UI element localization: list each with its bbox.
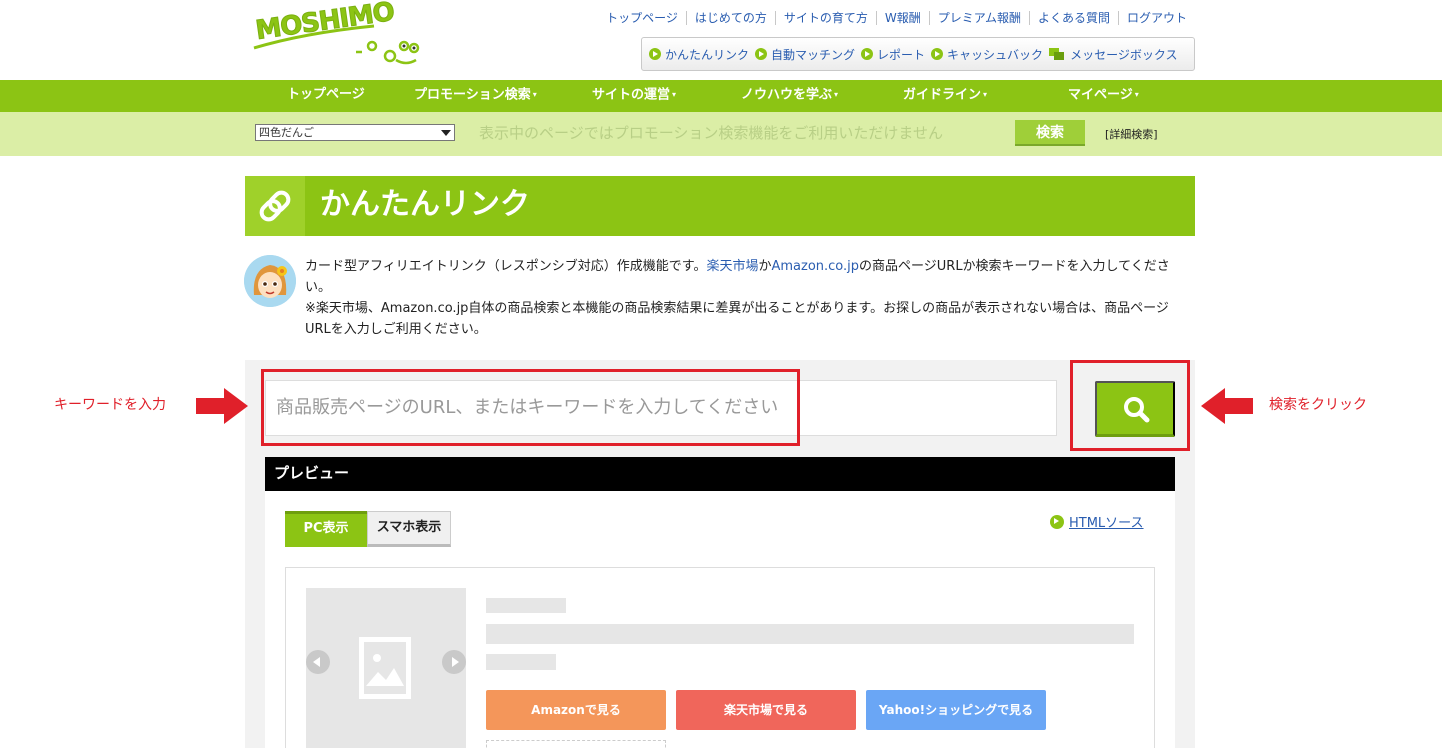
tab-pc-view[interactable]: PC表示 — [285, 511, 367, 547]
chevron-down-icon: ▾ — [834, 90, 839, 99]
quick-link-message-box[interactable]: メッセージボックス — [1049, 46, 1177, 63]
tab-smartphone-view[interactable]: スマホ表示 — [367, 511, 451, 547]
quick-link-label: メッセージボックス — [1070, 47, 1178, 62]
intro-text-1: カード型アフィリエイトリンク（レスポンシブ対応）作成機能です。 — [305, 259, 707, 274]
page-title-bar: かんたんリンク — [245, 176, 1195, 236]
top-link-site-growth[interactable]: サイトの育て方 — [774, 11, 876, 25]
top-link-faq[interactable]: よくある質問 — [1028, 11, 1118, 25]
rakuten-link[interactable]: 楽天市場 — [706, 259, 758, 274]
nav-item-label: サイトの運営 — [592, 87, 671, 103]
chevron-down-icon: ▾ — [672, 90, 677, 99]
nav-item-label: ガイドライン — [903, 87, 982, 103]
carousel-next-icon[interactable] — [442, 650, 466, 674]
chevron-down-icon: ▾ — [532, 90, 537, 99]
image-placeholder-icon — [359, 637, 411, 699]
play-icon — [755, 48, 768, 60]
quick-link-cashback[interactable]: キャッシュバック — [931, 46, 1043, 63]
top-link-toppage[interactable]: トップページ — [598, 11, 686, 25]
message-icon — [1049, 47, 1065, 61]
page-title: かんたんリンク — [320, 187, 530, 222]
nav-item-label: ノウハウを学ぶ — [741, 87, 833, 103]
play-icon — [861, 48, 874, 60]
promotion-search-button[interactable]: 検索 — [1015, 120, 1085, 146]
chevron-down-icon: ▾ — [983, 90, 988, 99]
arrow-left-icon — [1201, 388, 1253, 424]
intro-note: ※楽天市場、Amazon.co.jp自体の商品検索と本機能の商品検索結果に差異が… — [305, 301, 1169, 337]
play-icon — [931, 48, 944, 60]
html-source-label: HTMLソース — [1069, 516, 1144, 531]
annotation-click-search: 検索をクリック — [1269, 397, 1367, 413]
price-skeleton — [486, 654, 556, 670]
intro-text: カード型アフィリエイトリンク（レスポンシブ対応）作成機能です。楽天市場かAmaz… — [305, 256, 1191, 340]
dashed-placeholder — [486, 740, 666, 748]
top-link-beginners[interactable]: はじめての方 — [685, 11, 775, 25]
html-source-link[interactable]: HTMLソース — [1050, 512, 1144, 531]
search-unavailable-message: 表示中のページではプロモーション検索機能をご利用いただけません — [479, 124, 943, 142]
play-icon — [649, 48, 661, 60]
keyword-highlight-box — [261, 369, 800, 446]
nav-item-label: マイページ — [1068, 87, 1133, 103]
nav-item-toppage[interactable]: トップページ — [287, 80, 365, 112]
chevron-down-icon — [441, 130, 451, 136]
nav-item-mypage[interactable]: マイページ ▾ — [1068, 80, 1139, 112]
nav-item-guideline[interactable]: ガイドライン ▾ — [903, 80, 987, 112]
intro-text-ka: か — [758, 259, 772, 274]
quick-link-label: 自動マッチング — [771, 47, 856, 62]
top-links: トップページ はじめての方 サイトの育て方 W報酬 プレミアム報酬 よくある質問… — [598, 11, 1195, 25]
name-skeleton — [486, 624, 1134, 644]
yahoo-shopping-button[interactable]: Yahoo!ショッピングで見る — [866, 690, 1046, 730]
search-button-highlight-box — [1070, 360, 1190, 451]
nav-item-label: トップページ — [287, 87, 365, 102]
advanced-search-link[interactable]: [詳細検索] — [1105, 126, 1158, 142]
top-link-premium-reward[interactable]: プレミアム報酬 — [928, 11, 1029, 25]
site-select-value: 四色だんご — [259, 126, 314, 139]
annotation-enter-keyword: キーワードを入力 — [54, 397, 166, 413]
title-skeleton — [486, 598, 566, 613]
quick-link-report[interactable]: レポート — [861, 46, 925, 63]
quick-link-label: かんたんリンク — [665, 47, 750, 62]
chevron-down-icon: ▾ — [1134, 90, 1139, 99]
amazon-button[interactable]: Amazonで見る — [486, 690, 666, 730]
nav-item-promotion-search[interactable]: プロモーション検索 ▾ — [414, 80, 537, 112]
promotion-search-strip: 四色だんご 表示中のページではプロモーション検索機能をご利用いただけません 検索… — [0, 112, 1442, 156]
quick-link-label: キャッシュバック — [947, 47, 1044, 62]
preview-heading: プレビュー — [265, 457, 1175, 491]
link-icon — [245, 176, 305, 236]
quick-link-auto-matching[interactable]: 自動マッチング — [755, 46, 855, 63]
top-link-w-reward[interactable]: W報酬 — [875, 11, 929, 25]
mascot-avatar — [244, 255, 296, 307]
quick-link-easy-link[interactable]: かんたんリンク — [649, 46, 749, 63]
moshimo-logo[interactable]: MOSHIMO — [244, 0, 424, 70]
site-select[interactable]: 四色だんご — [255, 124, 455, 141]
top-link-logout[interactable]: ログアウト — [1117, 11, 1195, 25]
product-image-placeholder — [306, 588, 466, 748]
amazon-link[interactable]: Amazon.co.jp — [771, 259, 859, 274]
nav-item-site-operation[interactable]: サイトの運営 ▾ — [592, 80, 676, 112]
arrow-right-icon — [196, 388, 248, 424]
nav-item-label: プロモーション検索 — [414, 87, 531, 103]
quick-links-bar: かんたんリンク 自動マッチング レポート キャッシュバック メッセージボックス — [641, 37, 1195, 71]
quick-link-label: レポート — [877, 47, 926, 62]
nav-item-knowhow[interactable]: ノウハウを学ぶ ▾ — [741, 80, 838, 112]
carousel-prev-icon[interactable] — [306, 650, 330, 674]
play-icon — [1050, 514, 1064, 529]
rakuten-button[interactable]: 楽天市場で見る — [676, 690, 856, 730]
main-nav: トップページ プロモーション検索 ▾ サイトの運営 ▾ ノウハウを学ぶ ▾ ガイドライ… — [0, 80, 1442, 112]
